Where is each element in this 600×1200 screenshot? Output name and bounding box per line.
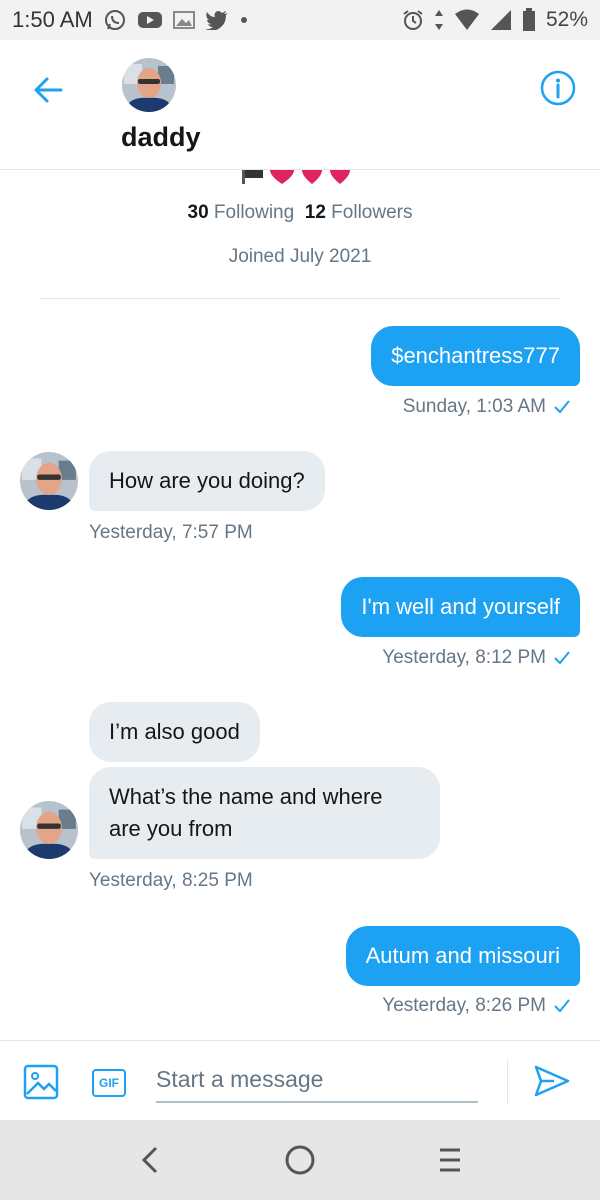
check-icon <box>554 999 570 1013</box>
home-circle-icon <box>285 1145 315 1175</box>
image-icon <box>23 1064 59 1100</box>
send-icon <box>534 1065 570 1097</box>
message-time: Yesterday, 8:26 PM <box>382 995 546 1016</box>
heart-icon <box>330 170 350 184</box>
nav-recents-button[interactable] <box>428 1138 472 1182</box>
followers-link[interactable]: 12 Followers <box>305 202 413 223</box>
dot-icon <box>239 15 249 25</box>
message-time: Yesterday, 8:12 PM <box>382 647 546 668</box>
avatar[interactable] <box>122 58 176 112</box>
add-media-button[interactable] <box>22 1063 60 1101</box>
message-meta: Yesterday, 8:12 PM <box>382 647 570 669</box>
status-time: 1:50 AM <box>12 7 93 32</box>
profile-summary: 30 Following 12 Followers Joined July 20… <box>0 170 600 300</box>
message-composer: GIF <box>0 1040 600 1120</box>
heart-icon <box>270 170 294 184</box>
message-bubble-sent[interactable]: $enchantress777 <box>371 326 580 386</box>
following-count: 30 <box>187 202 209 223</box>
gif-button[interactable]: GIF <box>92 1069 126 1097</box>
followers-count: 12 <box>304 202 326 223</box>
info-icon <box>540 70 576 106</box>
message-meta: Yesterday, 8:26 PM <box>382 995 570 1017</box>
heart-icon <box>302 170 322 184</box>
following-link[interactable]: 30 Following <box>188 202 295 223</box>
chevron-left-icon <box>141 1146 158 1174</box>
divider <box>40 298 560 299</box>
nav-back-button[interactable] <box>128 1138 172 1182</box>
flag-icon <box>242 170 263 184</box>
battery-icon <box>522 8 536 32</box>
status-bar: 1:50 AM 52% <box>0 0 600 40</box>
following-label: Following <box>213 202 295 223</box>
twitter-icon <box>204 10 229 30</box>
data-arrows-icon <box>434 9 444 31</box>
conversation-title: daddy <box>121 122 201 152</box>
message-bubble-sent[interactable]: I'm well and yourself <box>341 577 580 637</box>
followers-label: Followers <box>331 202 413 223</box>
message-time: Yesterday, 8:25 PM <box>89 870 253 891</box>
battery-percent: 52% <box>545 8 588 31</box>
message-bubble-received[interactable]: I’m also good <box>89 702 260 762</box>
signal-icon <box>490 9 512 31</box>
gallery-icon <box>172 10 195 30</box>
message-time: Sunday, 1:03 AM <box>402 396 546 417</box>
whatsapp-icon <box>103 8 127 32</box>
avatar[interactable] <box>20 452 78 510</box>
wifi-icon <box>454 9 480 31</box>
nav-home-button[interactable] <box>278 1138 322 1182</box>
arrow-left-icon <box>34 77 63 103</box>
info-button[interactable] <box>538 68 578 108</box>
message-meta: Sunday, 1:03 AM <box>403 396 570 418</box>
bio-emoji-row <box>242 170 352 184</box>
message-bubble-received[interactable]: How are you doing? <box>89 451 325 511</box>
conversation-header: daddy <box>0 40 600 170</box>
message-input[interactable] <box>156 1057 478 1103</box>
menu-lines-icon <box>440 1148 460 1172</box>
follow-stats: 30 Following 12 Followers <box>0 202 600 224</box>
send-button[interactable] <box>532 1061 572 1101</box>
avatar[interactable] <box>20 801 78 859</box>
youtube-icon <box>137 10 163 30</box>
message-bubble-received[interactable]: What’s the name and where are you from <box>89 767 440 859</box>
alarm-icon <box>402 9 424 31</box>
system-nav-bar <box>0 1120 600 1200</box>
message-time: Yesterday, 7:57 PM <box>89 522 253 543</box>
message-bubble-sent[interactable]: Autum and missouri <box>345 926 580 986</box>
check-icon <box>554 400 570 414</box>
joined-date: Joined July 2021 <box>228 246 372 267</box>
divider <box>507 1059 508 1103</box>
back-button[interactable] <box>28 70 68 110</box>
check-icon <box>554 651 570 665</box>
